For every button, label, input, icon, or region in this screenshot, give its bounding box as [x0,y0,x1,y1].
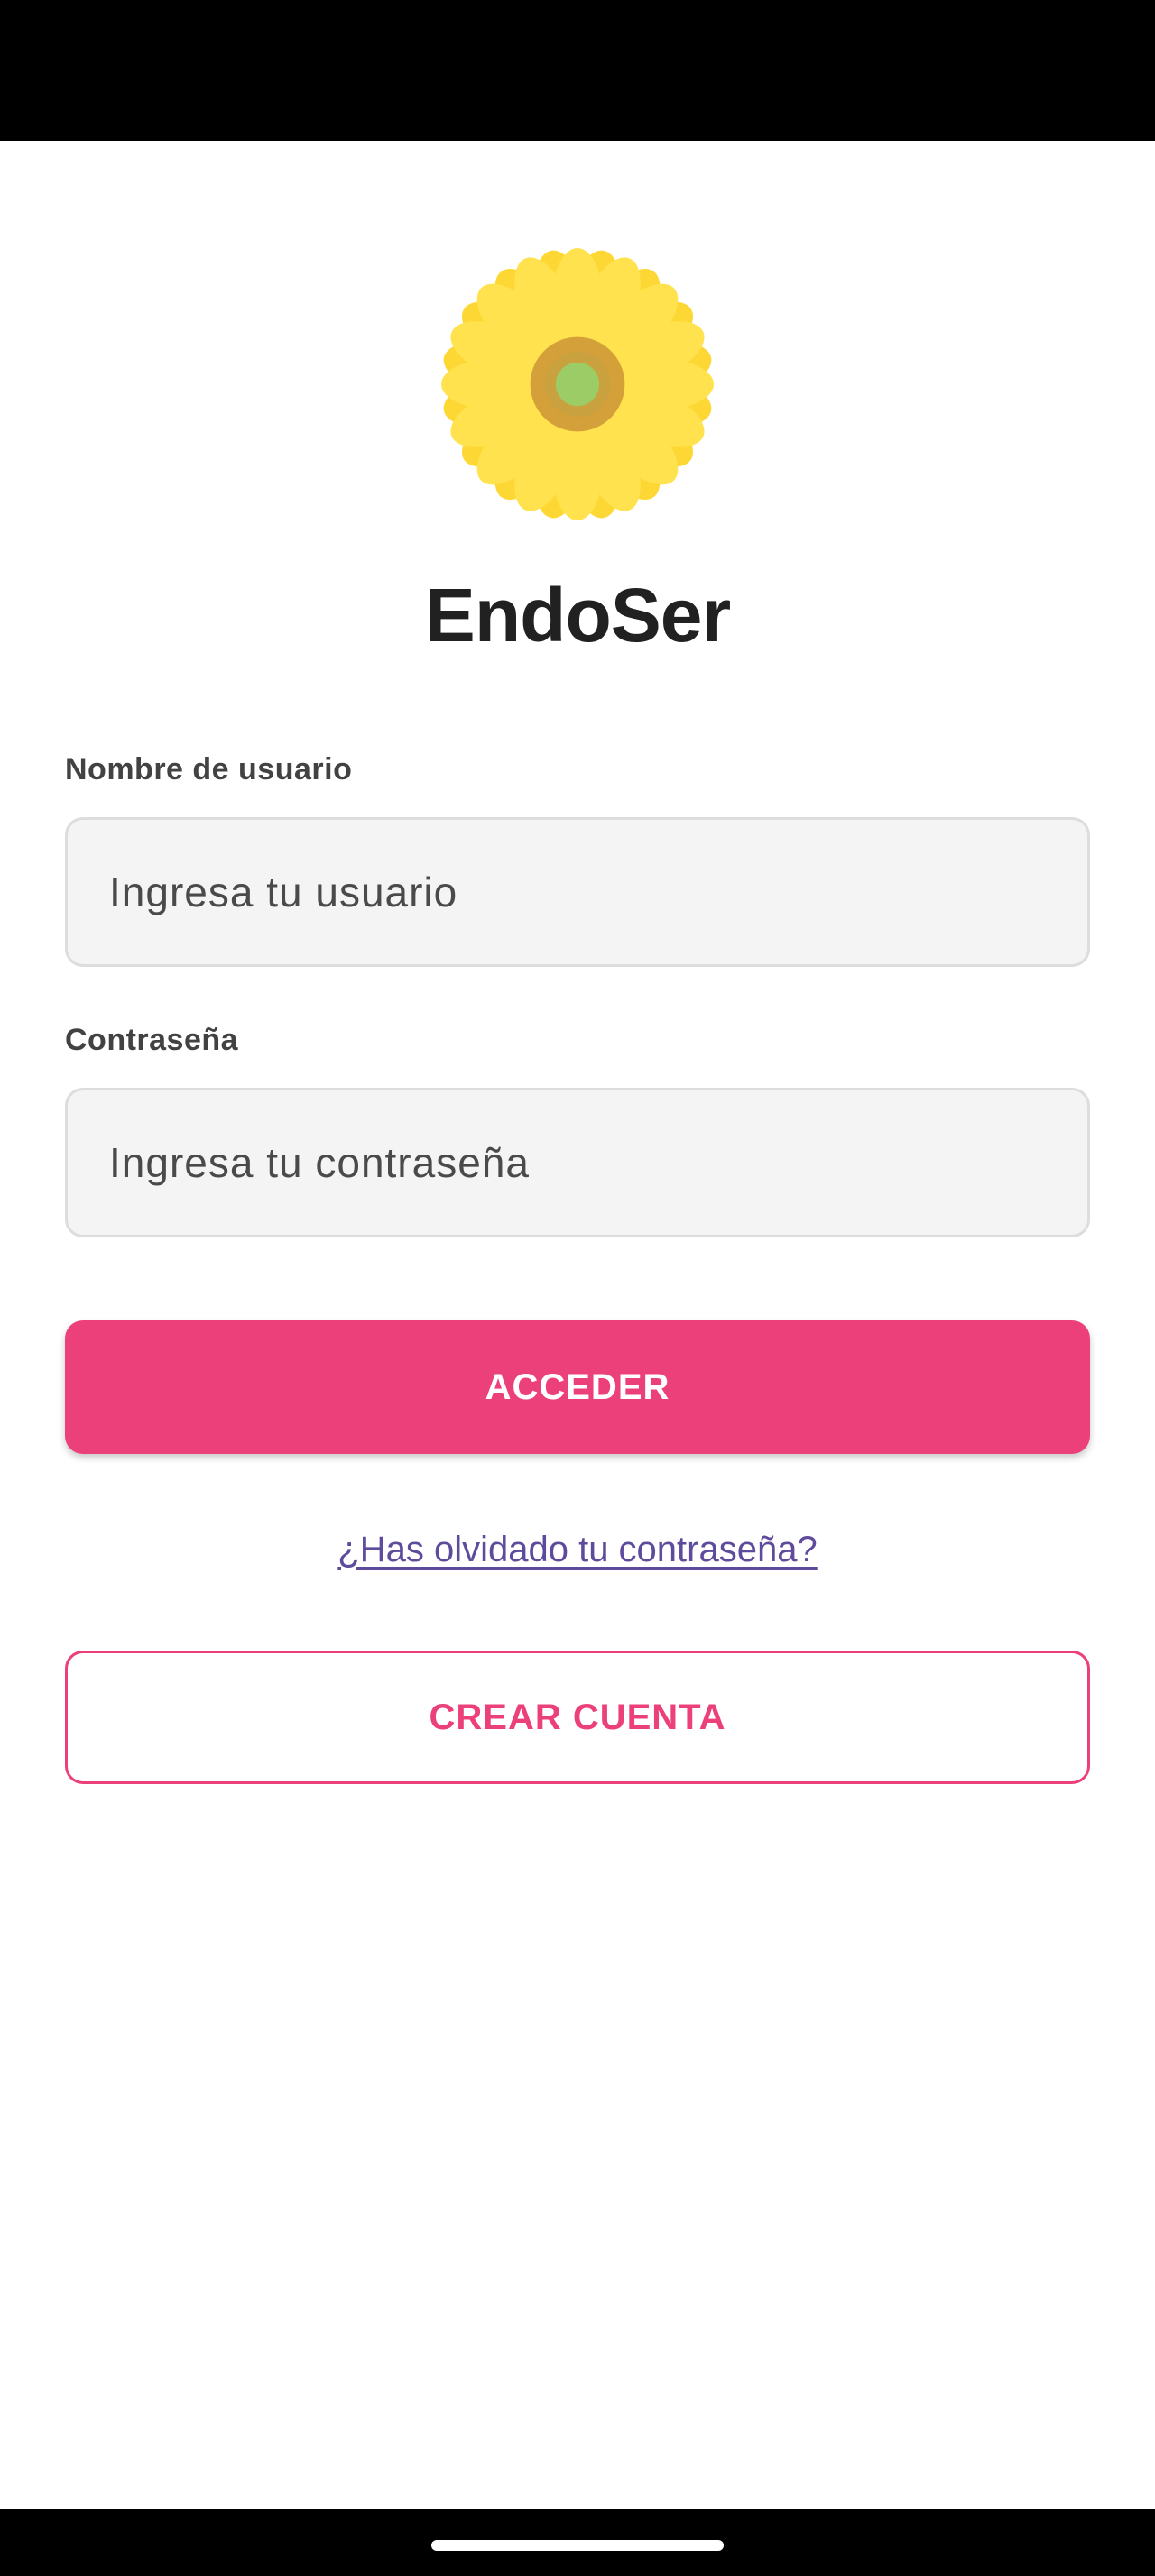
username-label: Nombre de usuario [65,752,353,787]
forgot-password-link[interactable]: ¿Has olvidado tu contraseña? [0,1530,1155,1570]
password-input[interactable] [65,1088,1090,1237]
password-label: Contraseña [65,1023,239,1057]
login-button[interactable]: ACCEDER [65,1320,1090,1454]
app-title: EndoSer [424,573,731,658]
create-account-button[interactable]: CREAR CUENTA [65,1651,1090,1784]
username-input[interactable] [65,817,1090,967]
login-screen: EndoSer Nombre de usuario Contraseña ACC… [0,141,1155,2509]
sunflower-icon [441,248,714,520]
status-bar [0,0,1155,141]
home-handle[interactable] [431,2540,724,2551]
navigation-bar [0,2509,1155,2576]
